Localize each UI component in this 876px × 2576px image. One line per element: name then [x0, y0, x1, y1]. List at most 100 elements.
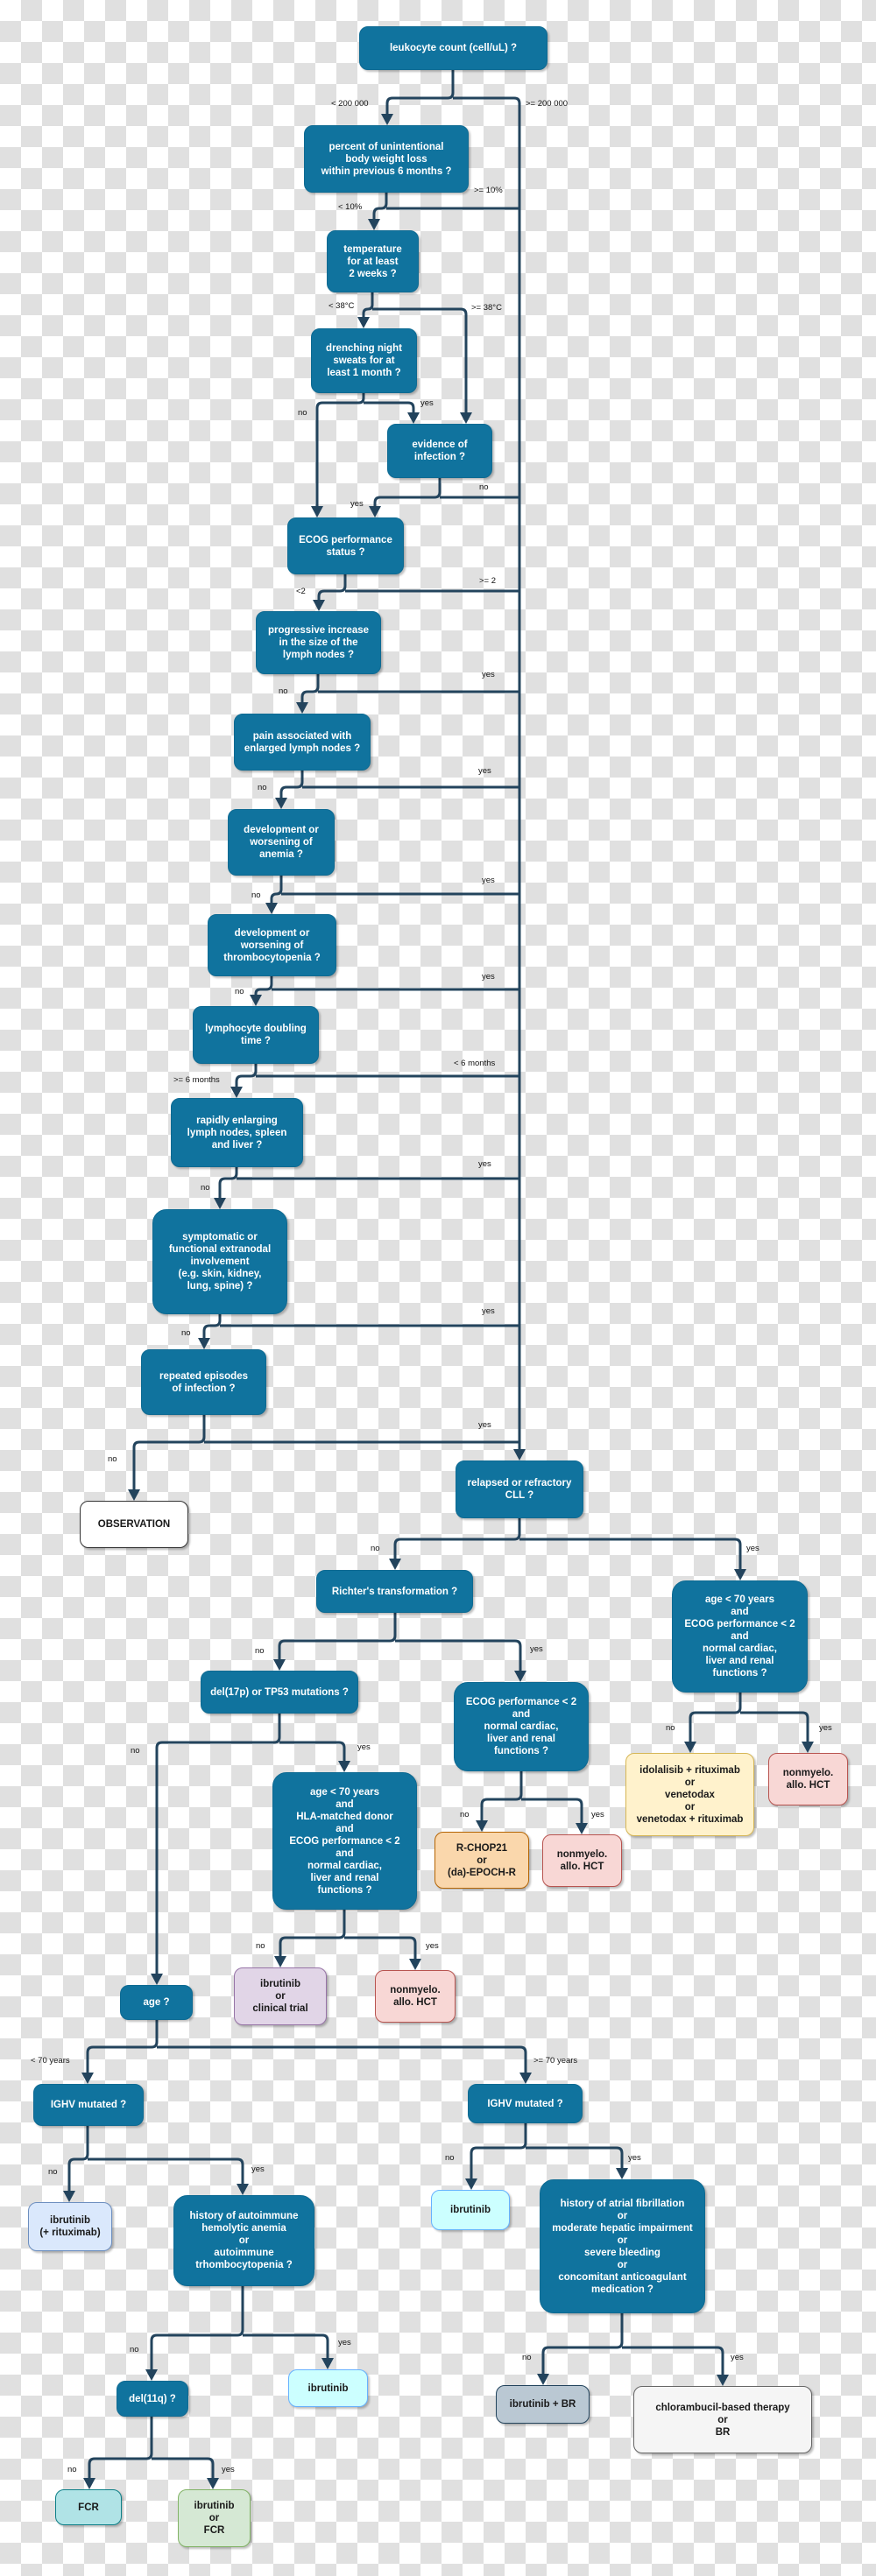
connector-line [86, 2020, 159, 2076]
connector-line [395, 1639, 522, 1674]
edge-label-richfit-yes: yes [591, 1810, 604, 1819]
arrow-head-icon [273, 1659, 286, 1671]
connector-line [67, 2126, 89, 2194]
edge-label-rep-yes: yes [478, 1420, 491, 1430]
arrow-head-icon [311, 506, 323, 517]
edge-label-inf-no: no [479, 482, 489, 492]
connector-line [470, 2123, 527, 2182]
outcome-node-ibrutinib-old: ibrutinib [431, 2190, 510, 2230]
decision-node-age: age ? [120, 1985, 193, 2020]
outcome-node-ibrutinib-br: ibrutinib + BR [496, 2385, 590, 2424]
edge-label-ldt-high: >= 6 months [173, 1075, 220, 1085]
edge-label-inf-yes: yes [350, 499, 364, 509]
arrow-head-icon [275, 798, 287, 809]
arrow-head-icon [519, 2073, 532, 2084]
edge-label-temp-low: < 38°C [328, 301, 355, 311]
edge-label-thrombo-no: no [235, 987, 244, 996]
arrow-head-icon [313, 600, 325, 611]
arrow-head-icon [368, 219, 380, 230]
arrow-head-icon [381, 114, 393, 125]
decision-node-ighv-young: IGHV mutated ? [33, 2084, 144, 2126]
connector-line [157, 2045, 527, 2076]
edge-label-ighvy-no: no [48, 2167, 58, 2177]
connector-line [362, 292, 374, 320]
edge-label-auto-no: no [130, 2345, 139, 2354]
arrow-head-icon [407, 412, 420, 424]
connector-line [243, 2333, 329, 2361]
edge-label-ecog-low: <2 [296, 587, 306, 596]
decision-node-lymphocyte-doubling: lymphocyte doubling time ? [193, 1006, 319, 1064]
edge-label-wl-low: < 10% [338, 202, 363, 212]
decision-node-anemia: development or worsening of anemia ? [228, 809, 335, 876]
arrow-head-icon [802, 1742, 814, 1753]
edge-label-d11-yes: yes [222, 2465, 235, 2474]
connector-line [315, 393, 365, 510]
edge-label-age-young: < 70 years [31, 2056, 70, 2066]
edge-label-d17fit-yes: yes [426, 1941, 439, 1951]
decision-node-relapsed: relapsed or refractory CLL ? [456, 1460, 583, 1518]
decision-node-progressive-lymph: progressive increase in the size of the … [256, 611, 381, 674]
edge-label-prog-yes: yes [482, 670, 495, 679]
connector-line [689, 1693, 742, 1745]
arrow-head-icon [265, 903, 278, 914]
connector-line [270, 876, 283, 906]
arrow-head-icon [576, 1823, 588, 1834]
edge-label-rel-no: no [371, 1544, 380, 1553]
arrow-head-icon [513, 1449, 526, 1460]
arrow-head-icon [250, 995, 262, 1006]
outcome-node-ibrutinib-or-fcr: ibrutinib or FCR [178, 2489, 251, 2547]
arrow-head-icon [616, 2168, 628, 2179]
connector-line [279, 1741, 346, 1764]
edge-label-pain-no: no [258, 783, 267, 792]
edge-label-sweats-no: no [298, 408, 307, 418]
edge-label-ighvo-no: no [445, 2153, 455, 2163]
decision-node-thrombocytopenia: development or worsening of thrombocytop… [208, 914, 336, 976]
outcome-node-ibrutinib-ritux: ibrutinib (+ rituximab) [28, 2202, 112, 2251]
connector-line [526, 2146, 624, 2171]
connector-line [202, 1314, 222, 1341]
decision-node-richter-fitness: ECOG performance < 2 and normal cardiac,… [454, 1682, 589, 1771]
outcome-node-ibrutinib-trial: ibrutinib or clinical trial [234, 1967, 327, 2025]
connector-line [300, 674, 320, 706]
decision-node-temperature: temperature for at least 2 weeks ? [327, 230, 419, 292]
decision-node-atrial: history of atrial fibrillation or modera… [540, 2179, 705, 2313]
arrow-head-icon [460, 412, 472, 424]
edge-label-d17-yes: yes [357, 1742, 371, 1752]
connector-line [393, 1518, 521, 1562]
edge-label-rapid-yes: yes [478, 1159, 491, 1169]
arrow-head-icon [296, 702, 308, 714]
edge-label-thrombo-yes: yes [482, 972, 495, 982]
decision-node-pain-lymph: pain associated with enlarged lymph node… [234, 714, 371, 771]
edge-label-leuk-low: < 200 000 [331, 99, 369, 109]
arrow-head-icon [151, 1974, 163, 1985]
decision-node-rapid-enlarging: rapidly enlarging lymph nodes, spleen an… [171, 1098, 303, 1167]
arrow-head-icon [409, 1959, 421, 1970]
connector-line [519, 1538, 742, 1573]
decision-node-repeated-infection: repeated episodes of infection ? [141, 1349, 266, 1415]
outcome-node-del17p-hct: nonmyelo. allo. HCT [375, 1970, 456, 2023]
arrow-head-icon [684, 1742, 696, 1753]
decision-node-ecog-status: ECOG performance status ? [287, 517, 404, 574]
connector-line [88, 2157, 244, 2187]
arrow-head-icon [237, 2184, 249, 2195]
outcome-node-idelalisib: idolalisib + rituximab or venetodax or v… [625, 1753, 754, 1836]
outcome-node-observation: OBSERVATION [80, 1501, 188, 1548]
edge-label-rich-yes: yes [530, 1644, 543, 1654]
outcome-node-richter-hct: nonmyelo. allo. HCT [542, 1834, 622, 1887]
arrow-head-icon [514, 1671, 526, 1682]
edge-label-ldt-low: < 6 months [454, 1059, 496, 1068]
arrow-head-icon [357, 317, 370, 328]
decision-node-del11q: del(11q) ? [117, 2381, 188, 2417]
arrow-head-icon [214, 1198, 226, 1209]
connector-line [218, 1167, 238, 1201]
arrow-head-icon [63, 2191, 75, 2202]
connector-line [372, 193, 388, 222]
edge-label-d11-no: no [67, 2465, 77, 2474]
arrow-head-icon [476, 1820, 488, 1832]
connector-line [235, 1064, 258, 1090]
decision-node-richter: Richter's transformation ? [316, 1570, 473, 1613]
edge-label-rapid-no: no [201, 1183, 210, 1193]
edge-label-ecog-high: >= 2 [479, 576, 497, 586]
edge-label-prog-no: no [279, 686, 288, 696]
outcome-node-relapsed-hct: nonmyelo. allo. HCT [768, 1753, 848, 1805]
